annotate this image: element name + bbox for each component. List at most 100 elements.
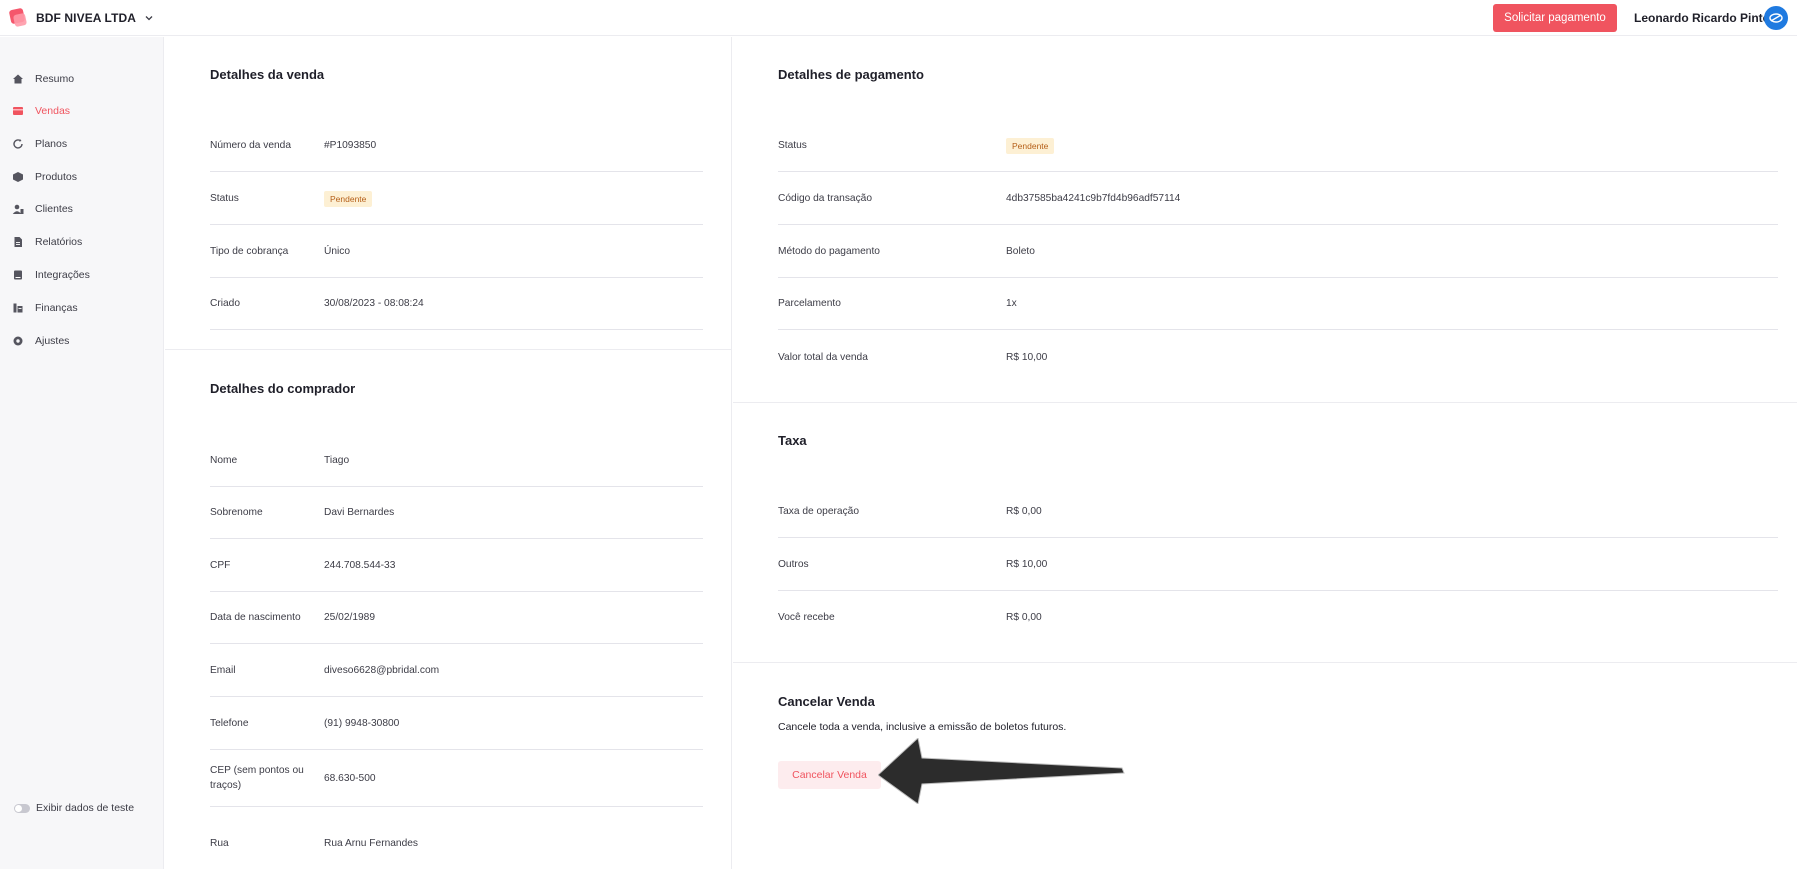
sale-row-number: Número da venda #P1093850 [210,120,703,172]
buyer-row-value: Rua Arnu Fernandes [324,838,419,849]
finance-icon [12,302,24,314]
status-badge: Pendente [324,191,373,207]
pointer-arrow-icon [878,738,1125,804]
fee-row-label: Você recebe [778,611,835,623]
sidebar-item-label: Relatórios [35,236,83,248]
fee-row-others: Outros R$ 10,00 [778,539,1778,591]
payment-row-value: Boleto [1006,246,1035,257]
request-payment-button[interactable]: Solicitar pagamento [1493,4,1617,32]
sale-row-label: Criado [210,298,241,309]
buyer-row-name: Nome Tiago [210,435,703,487]
sidebar-item-relatorios[interactable]: Relatórios [0,229,164,255]
buyer-row-birthdate: Data de nascimento 25/02/1989 [210,592,703,644]
payment-row-value: R$ 10,00 [1006,351,1048,363]
fee-row-operation: Taxa de operação R$ 0,00 [778,486,1778,538]
sales-icon [12,105,24,117]
sale-row-label: Número da venda [210,140,291,151]
left-panel: Detalhes da venda Número da venda #P1093… [165,37,732,869]
test-data-toggle[interactable] [14,803,30,813]
status-badge: Pendente [1006,138,1055,154]
fee-row-value: R$ 10,00 [1006,559,1048,570]
payment-row-value: 1x [1006,298,1017,309]
avatar[interactable] [1764,6,1788,30]
gear-icon [12,335,24,347]
payment-row-label: Parcelamento [778,298,841,309]
company-switcher[interactable]: BDF NIVEA LTDA [8,6,154,30]
buyer-row-value: 25/02/1989 [324,612,375,623]
payment-row-method: Método do pagamento Boleto [778,226,1778,278]
sale-row-label: Status [210,193,239,204]
payment-row-transaction: Código da transação 4db37585ba4241c9b7fd… [778,173,1778,225]
sidebar-item-label: Planos [35,138,68,150]
sidebar-item-vendas[interactable]: Vendas [0,98,164,124]
sidebar-item-label: Vendas [35,105,71,117]
payment-row-label: Status [778,140,807,151]
section-divider [733,662,1797,663]
buyer-row-value: diveso6628@pbridal.com [324,665,440,676]
buyer-row-value: 68.630-500 [324,772,376,784]
cancel-sale-button[interactable]: Cancelar Venda [778,761,881,789]
buyer-row-label: Telefone [210,718,249,729]
fee-row-value: R$ 0,00 [1006,611,1042,623]
buyer-row-label: Data de nascimento [210,612,301,623]
sidebar-item-ajustes[interactable]: Ajustes [0,328,164,354]
fee-row-label: Outros [778,559,809,570]
sidebar-item-clientes[interactable]: Clientes [0,196,164,222]
sidebar-item-label: Clientes [35,203,73,215]
sidebar-item-resumo[interactable]: Resumo [0,66,164,92]
fee-row-receive: Você recebe R$ 0,00 [778,591,1778,643]
payment-details-title: Detalhes de pagamento [778,67,924,82]
buyer-row-street: Rua Rua Arnu Fernandes [210,818,703,869]
sidebar: Resumo Vendas Planos Produtos Clientes R… [0,37,164,869]
section-divider [165,349,732,350]
payment-row-total: Valor total da venda R$ 10,00 [778,331,1778,383]
buyer-row-label: CEP (sem pontos ou traços) [210,765,304,791]
sale-row-label: Tipo de cobrança [210,246,289,257]
sale-row-status: Status Pendente [210,173,703,225]
box-icon [12,171,24,183]
fee-row-value: R$ 0,00 [1006,506,1042,517]
sidebar-item-financas[interactable]: Finanças [0,295,164,321]
user-name[interactable]: Leonardo Ricardo Pinto [1634,11,1770,25]
buyer-row-cep: CEP (sem pontos ou traços) 68.630-500 [210,750,703,807]
home-icon [12,73,24,85]
sale-row-created: Criado 30/08/2023 - 08:08:24 [210,278,703,330]
buyer-row-label: CPF [210,560,231,571]
sale-row-value: #P1093850 [324,140,377,151]
sidebar-item-produtos[interactable]: Produtos [0,164,164,190]
test-data-toggle-row[interactable]: Exibir dados de teste [14,802,134,814]
refresh-icon [12,138,24,150]
fee-title: Taxa [778,433,807,448]
sidebar-item-planos[interactable]: Planos [0,131,164,157]
report-icon [12,236,24,248]
chevron-down-icon [145,16,153,21]
company-name: BDF NIVEA LTDA [36,11,137,25]
payment-row-label: Código da transação [778,193,873,204]
buyer-row-label: Sobrenome [210,507,263,518]
buyer-row-label: Nome [210,455,238,466]
user-avatar-icon [1769,13,1783,23]
sidebar-item-label: Finanças [35,302,78,314]
buyer-row-value: Tiago [324,455,350,466]
fee-row-label: Taxa de operação [778,506,859,517]
payment-row-label: Valor total da venda [778,351,868,363]
section-divider [733,402,1797,403]
buyer-row-cpf: CPF 244.708.544-33 [210,540,703,592]
buyer-row-value: (91) 9948-30800 [324,718,400,729]
sale-details-title: Detalhes da venda [210,67,325,82]
buyer-row-value: 244.708.544-33 [324,560,396,571]
sale-row-type: Tipo de cobrança Único [210,226,703,278]
integration-icon [12,269,24,281]
buyer-row-label: Email [210,665,236,676]
buyer-row-surname: Sobrenome Davi Bernardes [210,487,703,539]
test-data-toggle-label: Exibir dados de teste [36,802,135,814]
buyer-row-label: Rua [210,838,229,849]
payment-row-label: Método do pagamento [778,246,880,257]
sidebar-item-label: Integrações [35,269,90,281]
buyer-row-value: Davi Bernardes [324,507,395,518]
sidebar-item-integracoes[interactable]: Integrações [0,262,164,288]
cancel-description: Cancele toda a venda, inclusive a emissã… [778,721,1067,733]
payment-row-status: Status Pendente [778,120,1778,172]
cancel-title: Cancelar Venda [778,694,875,709]
sidebar-item-label: Ajustes [35,335,70,347]
